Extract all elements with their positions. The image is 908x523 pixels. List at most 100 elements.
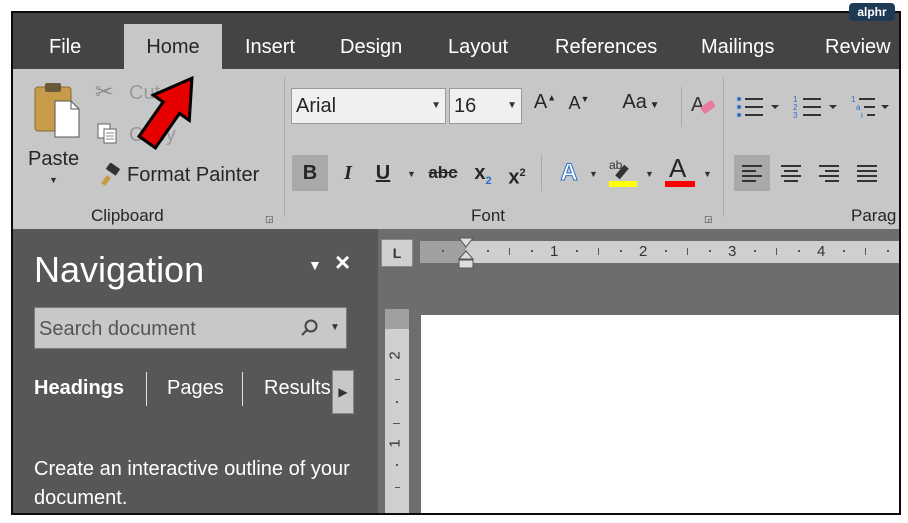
vertical-ruler[interactable]: 2 1: [385, 309, 409, 513]
ruler-tick: [396, 401, 398, 403]
svg-text:3: 3: [793, 111, 798, 120]
tab-insert[interactable]: Insert: [245, 35, 295, 69]
ruler-number: 1: [386, 439, 404, 448]
format-painter-button[interactable]: Format Painter: [97, 161, 277, 191]
highlight-color-button[interactable]: ab: [607, 155, 639, 191]
ruler-tick: [395, 379, 400, 380]
group-separator: [284, 77, 285, 217]
svg-text:i: i: [861, 111, 863, 120]
font-name-combo[interactable]: Arial ▼: [291, 88, 446, 124]
tab-headings[interactable]: Headings: [34, 377, 124, 400]
grow-font-label: A: [533, 91, 548, 113]
ruler-number: 3: [728, 243, 737, 260]
shrink-font-button[interactable]: A▼: [566, 93, 592, 114]
font-size-combo[interactable]: 16 ▼: [449, 88, 522, 124]
superscript-button[interactable]: x2: [503, 155, 531, 196]
ruler-tick: [396, 464, 398, 466]
text-effects-button[interactable]: A: [554, 155, 584, 191]
tab-home[interactable]: Home: [124, 24, 222, 69]
paste-button[interactable]: Paste ▼: [23, 77, 83, 189]
tab-divider: [146, 372, 147, 406]
tab-design[interactable]: Design: [340, 35, 402, 69]
numbered-list-icon: 1 2 3: [793, 95, 837, 120]
document-page[interactable]: [421, 315, 899, 513]
tab-pages[interactable]: Pages: [167, 377, 224, 400]
subscript-button[interactable]: x2: [469, 155, 497, 199]
ruler-tick: [776, 248, 777, 255]
indent-marker-icon[interactable]: [458, 237, 474, 271]
align-center-button[interactable]: [773, 155, 809, 191]
tab-file[interactable]: File: [49, 35, 81, 69]
paintbrush-icon: [101, 163, 121, 186]
copy-icon: [97, 123, 117, 144]
numbering-button[interactable]: 1 2 3: [793, 93, 839, 123]
search-icon[interactable]: [300, 318, 320, 338]
superscript-x: x: [508, 166, 520, 189]
horizontal-ruler[interactable]: 1 2 3 4: [420, 237, 899, 269]
ruler-number: 1: [550, 243, 559, 260]
underline-button[interactable]: U: [369, 155, 397, 191]
ruler-tick: [709, 250, 711, 252]
ruler-tick: [487, 250, 489, 252]
multilevel-list-icon: 1 a i: [851, 95, 889, 120]
group-separator: [723, 77, 724, 217]
chevron-down-icon[interactable]: ▼: [507, 89, 517, 123]
ruler-tick: [865, 248, 866, 255]
align-left-button[interactable]: [734, 155, 770, 191]
change-case-button[interactable]: Aa ▼: [616, 91, 666, 114]
ruler-number: 2: [639, 243, 648, 260]
ruler-tick: [395, 487, 400, 488]
superscript-2: 2: [519, 167, 526, 179]
align-right-button[interactable]: [811, 155, 847, 191]
font-name-value: Arial: [296, 95, 337, 117]
ruler-number: 2: [386, 351, 404, 360]
highlight-dropdown-icon[interactable]: ▼: [645, 169, 654, 179]
paragraph-group-label: Parag: [851, 206, 897, 225]
ruler-tick: [687, 248, 688, 255]
italic-button[interactable]: I: [333, 155, 363, 191]
word-window: File Home Insert Design Layout Reference…: [11, 11, 901, 515]
navigation-title: Navigation: [34, 249, 205, 290]
justify-icon: [857, 165, 877, 182]
font-color-button[interactable]: A: [665, 153, 695, 191]
font-color-dropdown-icon[interactable]: ▼: [703, 169, 712, 179]
tab-references[interactable]: References: [555, 35, 657, 69]
pane-options-icon[interactable]: ▼: [308, 257, 322, 273]
tab-layout[interactable]: Layout: [448, 35, 508, 69]
svg-text:A: A: [691, 94, 705, 116]
ruler-tick: [665, 250, 667, 252]
ruler-tick: [620, 250, 622, 252]
search-options-chevron-down-icon[interactable]: ▼: [330, 322, 340, 333]
tab-divider: [242, 372, 243, 406]
font-color-swatch: [665, 181, 695, 187]
clear-formatting-button[interactable]: A: [689, 91, 717, 121]
close-icon[interactable]: ×: [335, 249, 350, 275]
ruler-top-margin: [385, 309, 409, 329]
tab-review[interactable]: Review: [825, 35, 891, 69]
text-effects-dropdown-icon[interactable]: ▼: [589, 169, 598, 179]
ruler-tick: [598, 248, 599, 255]
font-launcher-icon[interactable]: ◲: [704, 214, 713, 224]
bullets-button[interactable]: [735, 93, 781, 123]
tab-selector[interactable]: L: [381, 239, 413, 267]
document-area: L 1 2 3 4 2 1: [378, 229, 899, 513]
strikethrough-button[interactable]: abc: [425, 155, 461, 191]
multilevel-list-button[interactable]: 1 a i: [851, 93, 891, 123]
tabs-scroll-right-button[interactable]: ▶: [332, 370, 354, 414]
chevron-down-icon[interactable]: ▼: [431, 89, 441, 123]
clipboard-launcher-icon[interactable]: ◲: [265, 214, 274, 224]
search-input[interactable]: [35, 308, 291, 350]
ruler-tick: [509, 248, 510, 255]
underline-dropdown-icon[interactable]: ▼: [407, 169, 416, 179]
font-size-value: 16: [454, 95, 477, 117]
bold-button[interactable]: B: [292, 155, 328, 191]
tab-results[interactable]: Results: [264, 377, 331, 400]
navigation-pane: Navigation ▼ × ▼ Headings Pages Results …: [13, 229, 378, 513]
justify-button[interactable]: [849, 155, 885, 191]
grow-font-button[interactable]: A▲: [532, 91, 558, 114]
paste-dropdown-arrow[interactable]: ▼: [49, 175, 58, 185]
tab-mailings[interactable]: Mailings: [701, 35, 774, 69]
red-arrow-pointer: [136, 75, 194, 150]
ruler-tick: [576, 250, 578, 252]
ruler-tick: [754, 250, 756, 252]
